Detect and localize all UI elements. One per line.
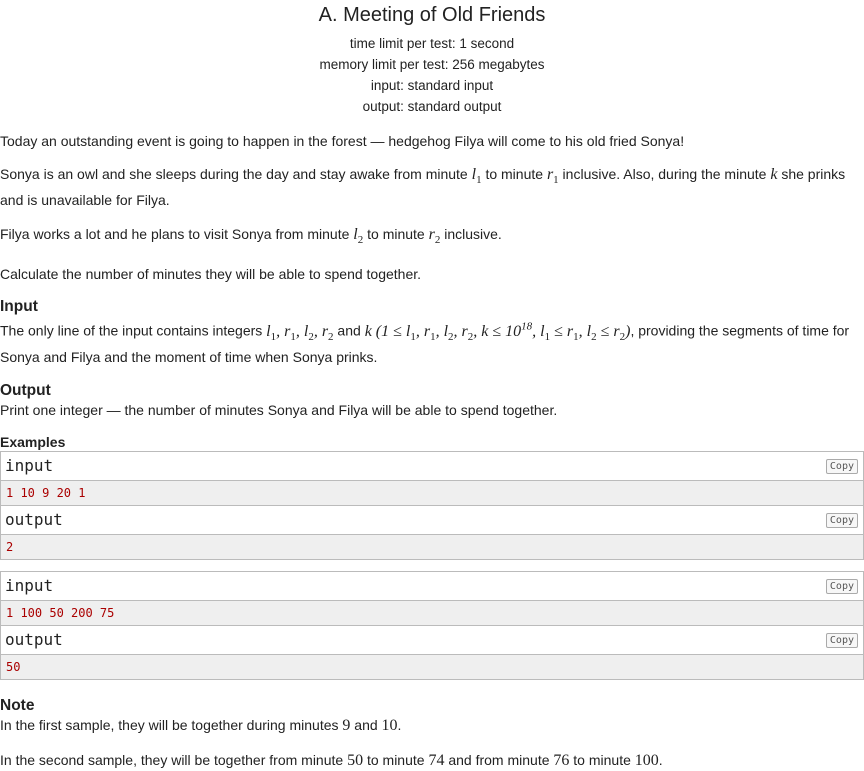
- examples-section: Examples input Copy 1 10 9 20 1 output C…: [0, 433, 864, 680]
- text: In the first sample, they will be togeth…: [0, 716, 343, 733]
- output-section-title: Output: [0, 381, 51, 399]
- math-l2: l2: [353, 226, 364, 247]
- problem-limits: time limit per test: 1 second memory lim…: [0, 33, 864, 117]
- text: inclusive.: [440, 226, 502, 243]
- input-section-title: Input: [0, 298, 38, 316]
- example-2-input-header: input Copy: [1, 571, 863, 601]
- text: Sonya is an owl and she sleeps during th…: [0, 166, 472, 182]
- statement-paragraph-3: Filya works a lot and he plans to visit …: [0, 224, 864, 250]
- text: to minute: [363, 226, 429, 243]
- math-r1: r1: [546, 166, 559, 187]
- math-number: 74: [428, 751, 445, 769]
- input-label: input: [5, 455, 54, 475]
- example-2-input[interactable]: 1 100 50 200 75: [1, 600, 863, 626]
- memory-limit: memory limit per test: 256 megabytes: [319, 57, 545, 72]
- text: and: [333, 322, 365, 339]
- output-label: output: [5, 509, 63, 529]
- text: and from minute: [444, 751, 554, 768]
- example-1-output[interactable]: 2: [1, 534, 863, 559]
- note-title: Note: [0, 696, 35, 714]
- example-1-input[interactable]: 1 10 9 20 1: [1, 480, 863, 506]
- output-spec: output: standard output: [362, 99, 502, 114]
- input-spec: input: standard input: [370, 78, 494, 93]
- text: to minute: [569, 751, 635, 768]
- text: .: [397, 716, 402, 733]
- copy-button[interactable]: Copy: [825, 632, 858, 648]
- input-description: The only line of the input contains inte…: [0, 316, 864, 367]
- output-section: Output Print one integer — the number of…: [0, 381, 864, 420]
- input-label: input: [5, 575, 54, 595]
- problem-header: A. Meeting of Old Friends time limit per…: [0, 2, 864, 117]
- input-section: Input The only line of the input contain…: [0, 297, 864, 367]
- copy-button[interactable]: Copy: [825, 578, 858, 594]
- text: .: [658, 751, 663, 768]
- note-section: Note In the first sample, they will be t…: [0, 696, 864, 771]
- note-sample-1: In the first sample, they will be togeth…: [0, 715, 864, 736]
- time-limit: time limit per test: 1 second: [349, 36, 515, 51]
- examples-title: Examples: [0, 433, 66, 450]
- math-number: 10: [381, 716, 398, 734]
- statement-paragraph-4: Calculate the number of minutes they wil…: [0, 266, 422, 283]
- problem-title: A. Meeting of Old Friends: [318, 4, 546, 26]
- note-sample-2: In the second sample, they will be toget…: [0, 750, 864, 771]
- math-number: 76: [553, 751, 570, 769]
- problem-statement: Today an outstanding event is going to h…: [0, 131, 864, 284]
- example-2: input Copy 1 100 50 200 75 output Copy 5…: [0, 570, 864, 680]
- statement-paragraph-1: Today an outstanding event is going to h…: [0, 133, 685, 149]
- example-1-input-header: input Copy: [1, 451, 863, 481]
- text: inclusive. Also, during the minute: [558, 166, 771, 182]
- example-2-output[interactable]: 50: [1, 654, 863, 679]
- text: to minute: [481, 166, 547, 182]
- text: Filya works a lot and he plans to visit …: [0, 226, 354, 243]
- math-number: 50: [347, 751, 364, 769]
- copy-button[interactable]: Copy: [825, 512, 858, 528]
- math-variables: l1, r1, l2, r2: [266, 322, 334, 343]
- text: to minute: [363, 751, 429, 768]
- output-description: Print one integer — the number of minute…: [0, 401, 558, 418]
- example-1: input Copy 1 10 9 20 1 output Copy 2: [0, 450, 864, 560]
- copy-button[interactable]: Copy: [825, 458, 858, 474]
- output-label: output: [5, 629, 63, 649]
- example-1-output-header: output Copy: [1, 505, 863, 535]
- math-l1: l1: [471, 166, 482, 187]
- statement-paragraph-2: Sonya is an owl and she sleeps during th…: [0, 164, 864, 210]
- math-r2: r2: [428, 226, 441, 247]
- math-constraints: k (1 ≤ l1, r1, l2, r2, k ≤ 1018, l1 ≤ r1…: [364, 320, 631, 343]
- example-2-output-header: output Copy: [1, 625, 863, 655]
- text: and: [350, 716, 382, 733]
- text: The only line of the input contains inte…: [0, 322, 267, 339]
- text: In the second sample, they will be toget…: [0, 751, 348, 768]
- math-number: 100: [634, 751, 659, 769]
